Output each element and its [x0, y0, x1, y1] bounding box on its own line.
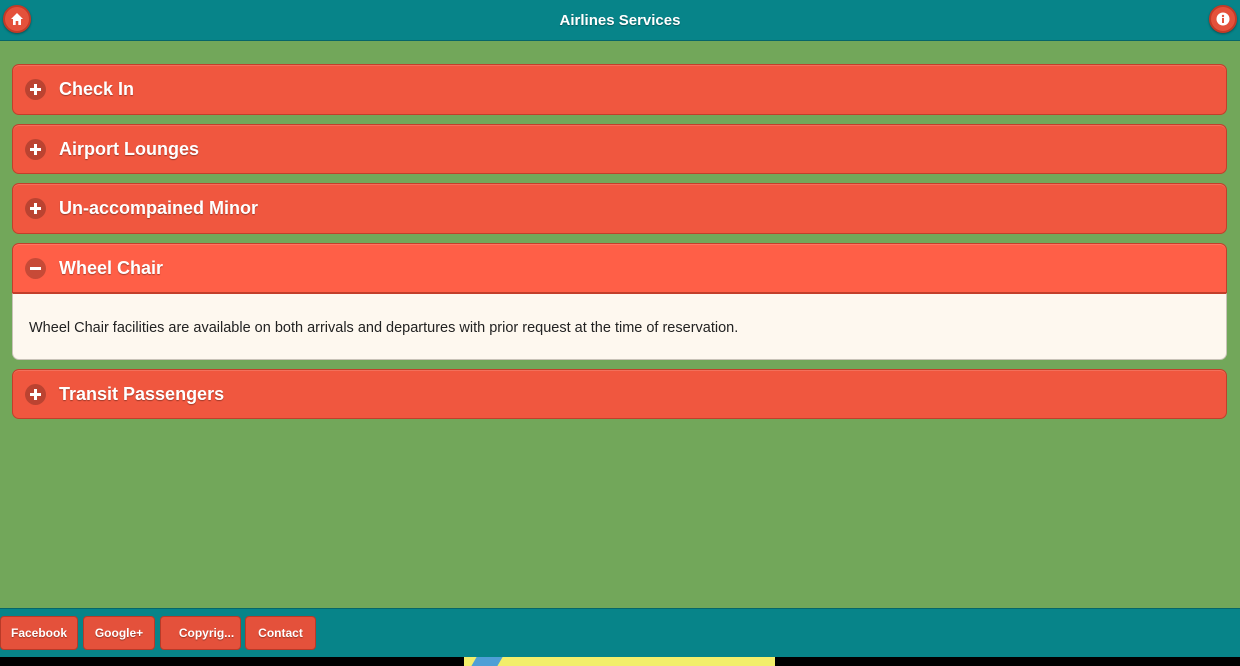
section-wheel-chair: Wheel Chair Wheel Chair facilities are a…	[12, 243, 1227, 360]
section-unaccompanied-minor: Un-accompained Minor	[12, 183, 1227, 234]
services-accordion: Check In Airport Lounges Un-accompained …	[12, 64, 1227, 428]
app-header: Airlines Services	[0, 0, 1240, 41]
section-header-transit-passengers[interactable]: Transit Passengers	[12, 369, 1227, 419]
section-header-unaccompanied-minor[interactable]: Un-accompained Minor	[12, 183, 1227, 234]
section-airport-lounges: Airport Lounges	[12, 124, 1227, 174]
section-transit-passengers: Transit Passengers	[12, 369, 1227, 419]
plus-icon	[25, 198, 46, 219]
plus-icon	[25, 79, 46, 100]
page-title: Airlines Services	[559, 11, 681, 29]
section-header-check-in[interactable]: Check In	[12, 64, 1227, 115]
section-header-airport-lounges[interactable]: Airport Lounges	[12, 124, 1227, 174]
section-title: Check In	[59, 79, 135, 99]
contact-button[interactable]: Contact	[245, 616, 316, 650]
section-header-wheel-chair[interactable]: Wheel Chair	[12, 243, 1227, 293]
section-title: Wheel Chair	[59, 257, 164, 278]
section-title: Airport Lounges	[59, 138, 199, 159]
home-button[interactable]	[3, 5, 31, 33]
footer-navbar: Facebook Google+ Copyrig... Contact	[0, 608, 1240, 657]
ad-graphic	[471, 657, 503, 666]
info-button[interactable]	[1209, 5, 1237, 33]
copyright-button[interactable]: Copyrig...	[160, 616, 241, 650]
bottom-ad-bar	[0, 657, 1240, 666]
minus-icon	[25, 257, 46, 279]
section-title: Un-accompained Minor	[59, 198, 259, 218]
ad-banner[interactable]	[464, 657, 775, 666]
info-icon	[1216, 12, 1230, 26]
section-title: Transit Passengers	[59, 383, 225, 404]
section-content-wheel-chair: Wheel Chair facilities are available on …	[12, 293, 1227, 360]
plus-icon	[25, 138, 46, 160]
home-icon	[10, 12, 24, 26]
google-plus-button[interactable]: Google+	[83, 616, 155, 650]
section-body-text: Wheel Chair facilities are available on …	[29, 320, 739, 336]
facebook-button[interactable]: Facebook	[0, 616, 78, 650]
plus-icon	[25, 383, 46, 405]
section-check-in: Check In	[12, 64, 1227, 115]
